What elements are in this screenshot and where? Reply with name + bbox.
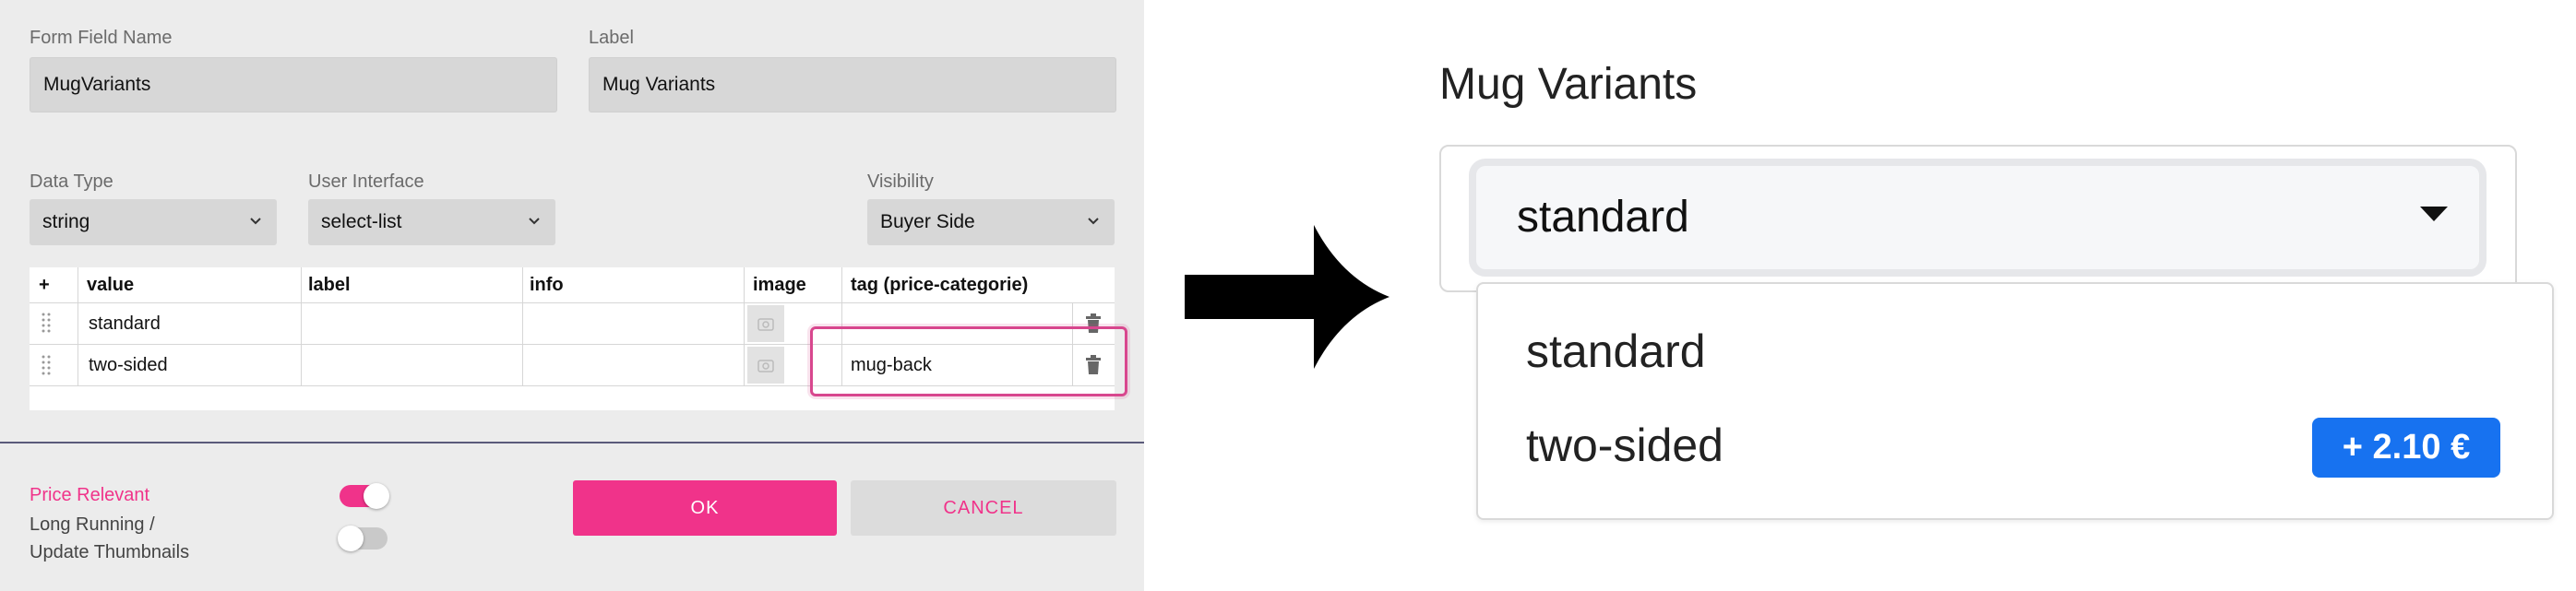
preview-field-title: Mug Variants bbox=[1439, 60, 1698, 109]
long-running-toggle[interactable] bbox=[338, 526, 388, 551]
image-upload-button[interactable] bbox=[747, 305, 784, 342]
data-type-value: string bbox=[42, 211, 90, 232]
caret-down-icon bbox=[2420, 207, 2448, 221]
long-running-label: Long Running / bbox=[30, 514, 155, 535]
form-editor-panel: Form Field Name MugVariants Label Mug Va… bbox=[0, 0, 1144, 591]
section-divider bbox=[0, 442, 1144, 443]
arrow-right-icon bbox=[1185, 225, 1389, 369]
data-type-select[interactable]: string bbox=[30, 199, 277, 245]
price-badge: + 2.10 € bbox=[2312, 418, 2500, 478]
row-value-cell[interactable]: two-sided bbox=[89, 345, 168, 385]
label-label: Label bbox=[589, 28, 634, 48]
column-header-value: value bbox=[87, 275, 135, 295]
column-header-image: image bbox=[753, 275, 806, 295]
dropdown-option-standard[interactable]: standard bbox=[1526, 325, 1706, 378]
camera-icon bbox=[757, 318, 774, 331]
column-header-info: info bbox=[530, 275, 564, 295]
dropdown-option-two-sided[interactable]: two-sided bbox=[1526, 419, 1723, 472]
drag-handle-icon[interactable] bbox=[41, 354, 52, 378]
drag-handle-icon[interactable] bbox=[41, 312, 52, 336]
image-upload-button[interactable] bbox=[747, 347, 784, 384]
user-interface-select[interactable]: select-list bbox=[308, 199, 555, 245]
price-relevant-toggle[interactable] bbox=[340, 483, 389, 509]
toggle-knob bbox=[338, 526, 364, 551]
price-relevant-label: Price Relevant bbox=[30, 485, 150, 505]
visibility-value: Buyer Side bbox=[880, 211, 975, 232]
chevron-down-icon bbox=[1088, 218, 1099, 225]
row-label-cell[interactable] bbox=[310, 303, 513, 344]
tag-highlight-box bbox=[810, 326, 1127, 396]
label-input[interactable]: Mug Variants bbox=[589, 57, 1116, 112]
update-thumbnails-label: Update Thumbnails bbox=[30, 542, 190, 562]
preview-dropdown-menu bbox=[1476, 282, 2554, 520]
user-interface-value: select-list bbox=[321, 211, 402, 232]
user-interface-label: User Interface bbox=[308, 171, 424, 192]
preview-selected-value: standard bbox=[1517, 193, 1689, 242]
visibility-select[interactable]: Buyer Side bbox=[867, 199, 1115, 245]
form-field-name-label: Form Field Name bbox=[30, 28, 173, 48]
column-header-tag: tag (price-categorie) bbox=[851, 275, 1029, 295]
form-field-name-input[interactable]: MugVariants bbox=[30, 57, 557, 112]
row-value-cell[interactable]: standard bbox=[89, 303, 161, 344]
row-label-cell[interactable] bbox=[310, 345, 513, 385]
ok-button[interactable]: OK bbox=[573, 480, 837, 536]
preview-select[interactable]: standard bbox=[1469, 159, 2487, 277]
visibility-label: Visibility bbox=[867, 171, 934, 192]
column-header-label: label bbox=[308, 275, 351, 295]
toggle-knob bbox=[364, 483, 389, 509]
row-info-cell[interactable] bbox=[531, 345, 734, 385]
camera-icon bbox=[757, 360, 774, 372]
row-info-cell[interactable] bbox=[531, 303, 734, 344]
add-row-button[interactable]: + bbox=[39, 267, 50, 302]
chevron-down-icon bbox=[529, 218, 540, 225]
data-type-label: Data Type bbox=[30, 171, 113, 192]
cancel-button[interactable]: CANCEL bbox=[851, 480, 1116, 536]
chevron-down-icon bbox=[250, 218, 261, 225]
